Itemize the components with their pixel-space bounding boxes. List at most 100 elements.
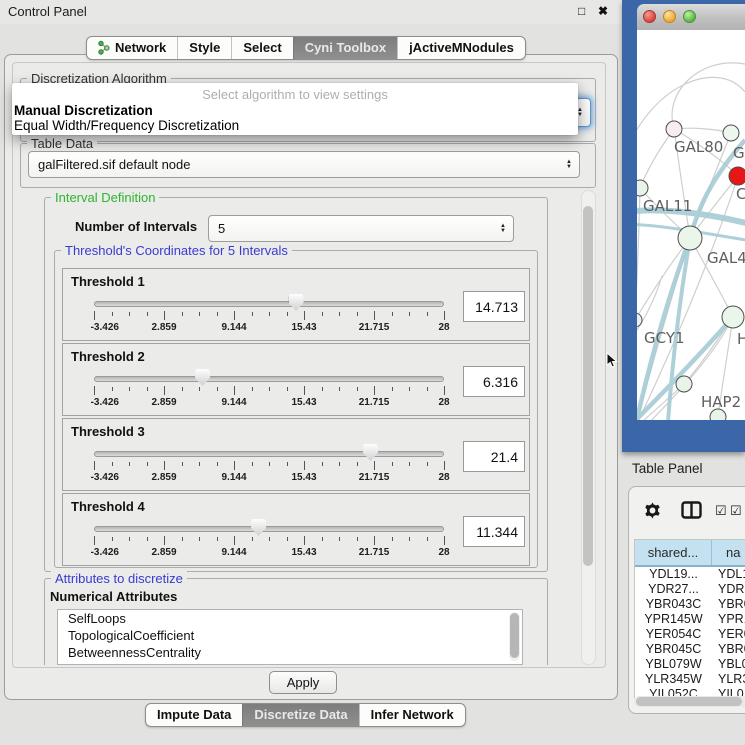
checkbox-icon[interactable]: ☑ — [730, 503, 742, 519]
node-label: GCY1 — [644, 329, 685, 347]
stepper-icon: ▲ ▼ — [566, 160, 572, 170]
slider-thumb[interactable] — [289, 294, 304, 311]
network-canvas[interactable]: GAL80GACGAL11GAL4GCY1HHAP2 — [637, 30, 745, 420]
network-window-titlebar[interactable] — [637, 4, 745, 31]
slider-thumb[interactable] — [195, 369, 210, 386]
slider-thumb[interactable] — [251, 519, 266, 536]
tab-label: jActiveMNodules — [409, 40, 514, 55]
tab-jactivemnodules[interactable]: jActiveMNodules — [397, 37, 525, 59]
tab-label: Infer Network — [371, 707, 454, 722]
tick-label: 28 — [438, 322, 449, 333]
bottom-tab-bar: Impute Data Discretize Data Infer Network — [145, 703, 466, 727]
table-cell: YLR3 — [712, 672, 745, 687]
network-node[interactable] — [676, 376, 692, 392]
tick-label: 2.859 — [151, 472, 176, 483]
table-row[interactable]: YDL19...YDL1 — [635, 567, 745, 582]
table-cell: YDR27... — [635, 582, 712, 597]
checkbox-icon[interactable]: ☑ — [715, 503, 727, 519]
popup-item[interactable]: Equal Width/Frequency Discretization — [12, 118, 578, 133]
table-row[interactable]: YBR043CYBR0 — [635, 597, 745, 612]
attribute-item[interactable]: SelfLoops — [58, 610, 522, 627]
popup-hint: Select algorithm to view settings — [12, 87, 578, 103]
tick-label: 21.715 — [359, 322, 390, 333]
table-cell: YDR2 — [712, 582, 745, 597]
panel-scrollbar-thumb[interactable] — [583, 206, 593, 566]
threshold-slider[interactable]: -3.4262.8599.14415.4321.71528 — [89, 443, 449, 489]
network-node[interactable] — [678, 226, 702, 250]
list-scrollbar[interactable] — [509, 612, 520, 661]
tab-cyni-toolbox[interactable]: Cyni Toolbox — [293, 37, 397, 59]
node-label: GAL11 — [643, 197, 692, 215]
tab-style[interactable]: Style — [177, 37, 231, 59]
table-hscrollbar[interactable] — [634, 696, 745, 707]
table-row[interactable]: YBL079WYBL0 — [635, 657, 745, 672]
tab-network[interactable]: Network — [87, 37, 177, 59]
minimize-traffic-light-icon[interactable] — [663, 10, 676, 23]
stepper-down-icon: ▼ — [500, 229, 506, 234]
slider-track[interactable] — [94, 451, 444, 457]
table-cell: YBR0 — [712, 642, 745, 657]
table-data-select[interactable]: galFiltered.sif default node ▲ ▼ — [28, 151, 580, 178]
threshold-slider[interactable]: -3.4262.8599.14415.4321.71528 — [89, 293, 449, 339]
tab-impute-data[interactable]: Impute Data — [146, 704, 242, 726]
attribute-item[interactable]: TopologicalCoefficient — [58, 627, 522, 644]
tab-select[interactable]: Select — [231, 37, 292, 59]
tick-label: 15.43 — [291, 472, 316, 483]
network-node[interactable] — [666, 121, 682, 137]
attributes-group-title: Attributes to discretize — [51, 571, 187, 586]
node-label: GA — [733, 144, 745, 162]
threshold-slider[interactable]: -3.4262.8599.14415.4321.71528 — [89, 518, 449, 564]
close-icon[interactable]: ✖ — [598, 4, 608, 18]
table-row[interactable]: YPR145WYPR1 — [635, 612, 745, 627]
table-row[interactable]: YBR045CYBR0 — [635, 642, 745, 657]
threshold-panel: Threshold 1 -3.4262.8599.14415.4321.7152… — [62, 268, 530, 341]
column-selector-button[interactable] — [681, 501, 702, 519]
network-node[interactable] — [723, 125, 739, 141]
table-settings-button[interactable] — [643, 501, 662, 520]
float-icon[interactable]: □ — [578, 4, 585, 18]
attribute-item[interactable]: BetweennessCentrality — [58, 644, 522, 661]
table-cell: YLR345W — [635, 672, 712, 687]
tab-infer-network[interactable]: Infer Network — [359, 704, 465, 726]
table-cell: YBL079W — [635, 657, 712, 672]
threshold-value-box[interactable]: 21.4 — [463, 441, 525, 472]
numerical-attributes-list[interactable]: SelfLoopsTopologicalCoefficientBetweenne… — [57, 609, 523, 665]
slider-track[interactable] — [94, 301, 444, 307]
control-panel-titlebar — [0, 0, 622, 24]
threshold-value-box[interactable]: 6.316 — [463, 366, 525, 397]
tick-label: 28 — [438, 547, 449, 558]
slider-track[interactable] — [94, 376, 444, 382]
threshold-value-box[interactable]: 11.344 — [463, 516, 525, 547]
table-row[interactable]: YDR27...YDR2 — [635, 582, 745, 597]
apply-button[interactable]: Apply — [269, 671, 337, 694]
tab-label: Impute Data — [157, 707, 231, 722]
table-cell: YPR1 — [712, 612, 745, 627]
table-row[interactable]: YLR345WYLR3 — [635, 672, 745, 687]
tick-label: 9.144 — [221, 397, 246, 408]
tick-label: 21.715 — [359, 547, 390, 558]
threshold-value-box[interactable]: 14.713 — [463, 291, 525, 322]
table-row[interactable]: YIL052CYIL0 — [635, 687, 745, 696]
stepper-down-icon: ▼ — [566, 165, 572, 170]
column-header-name[interactable]: na — [712, 540, 745, 565]
threshold-slider[interactable]: -3.4262.8599.14415.4321.71528 — [89, 368, 449, 414]
table-cell: YDL19... — [635, 567, 712, 582]
slider-thumb[interactable] — [363, 444, 378, 461]
threshold-panel: Threshold 4 -3.4262.8599.14415.4321.7152… — [62, 493, 530, 566]
network-node[interactable] — [637, 180, 648, 196]
network-window[interactable]: GAL80GACGAL11GAL4GCY1HHAP2 — [622, 0, 745, 452]
tab-discretize-data[interactable]: Discretize Data — [242, 704, 358, 726]
popup-item[interactable]: Manual Discretization — [12, 103, 578, 118]
table-row[interactable]: YER054CYER0 — [635, 627, 745, 642]
threshold-label: Threshold 3 — [71, 424, 145, 439]
network-node[interactable] — [637, 313, 642, 327]
table-cell: YBR0 — [712, 597, 745, 612]
algorithm-popup: Select algorithm to view settings Manual… — [12, 83, 578, 135]
network-node[interactable] — [722, 306, 744, 328]
zoom-traffic-light-icon[interactable] — [683, 10, 696, 23]
slider-track[interactable] — [94, 526, 444, 532]
close-traffic-light-icon[interactable] — [643, 10, 656, 23]
network-node[interactable] — [729, 167, 745, 185]
column-header-shared-name[interactable]: shared... — [635, 540, 712, 565]
number-of-intervals-select[interactable]: 5 ▲ ▼ — [208, 215, 514, 242]
